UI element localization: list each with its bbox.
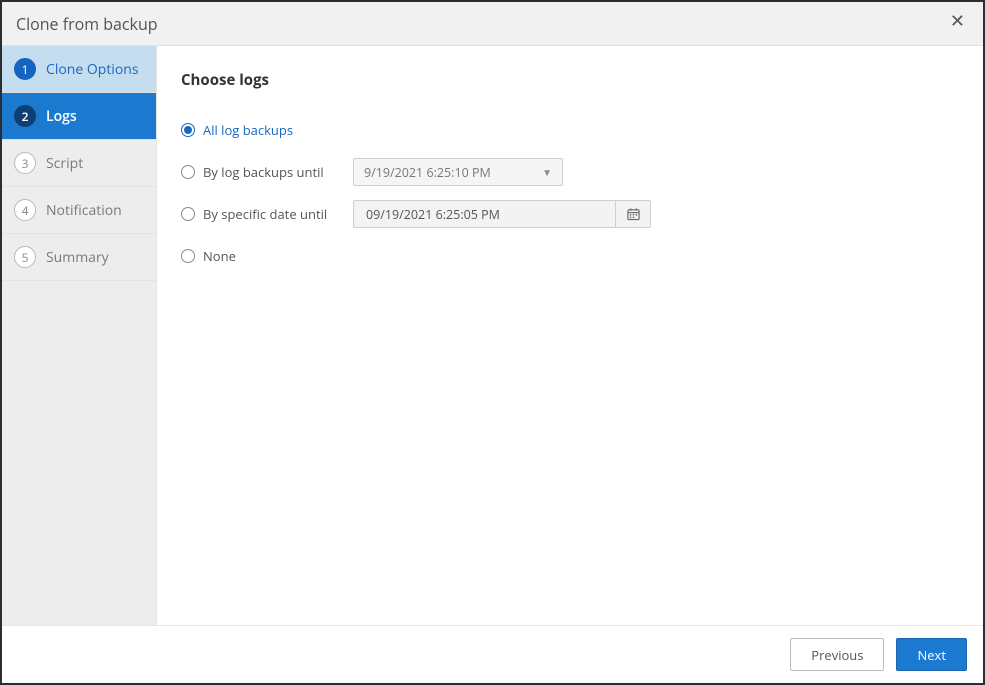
- close-icon[interactable]: ✕: [944, 8, 971, 34]
- step-notification[interactable]: 4 Notification: [2, 187, 156, 234]
- step-script[interactable]: 3 Script: [2, 140, 156, 187]
- step-label: Script: [46, 154, 83, 173]
- radio-all-log-backups[interactable]: All log backups: [181, 121, 353, 139]
- log-backup-until-select[interactable]: 9/19/2021 6:25:10 PM ▼: [353, 158, 563, 186]
- step-number: 3: [14, 152, 36, 174]
- option-row-all: All log backups: [181, 116, 959, 144]
- step-label: Logs: [46, 107, 77, 126]
- radio-label: None: [203, 247, 236, 265]
- dialog-footer: Previous Next: [2, 625, 983, 683]
- step-logs[interactable]: 2 Logs: [2, 93, 156, 140]
- dialog-body: 1 Clone Options 2 Logs 3 Script 4 Notifi…: [2, 46, 983, 625]
- calendar-icon: [627, 207, 640, 221]
- step-number: 2: [14, 105, 36, 127]
- specific-date-group: 09/19/2021 6:25:05 PM: [353, 200, 651, 228]
- option-row-specific: By specific date until 09/19/2021 6:25:0…: [181, 200, 959, 228]
- radio-label: All log backups: [203, 121, 293, 139]
- radio-label: By log backups until: [203, 163, 324, 181]
- radio-none[interactable]: None: [181, 247, 353, 265]
- radio-by-specific-date-until[interactable]: By specific date until: [181, 205, 353, 223]
- content-heading: Choose logs: [181, 70, 959, 90]
- step-summary[interactable]: 5 Summary: [2, 234, 156, 281]
- dialog-title: Clone from backup: [16, 13, 158, 35]
- step-number: 1: [14, 58, 36, 80]
- radio-by-log-backups-until[interactable]: By log backups until: [181, 163, 353, 181]
- previous-button[interactable]: Previous: [790, 638, 884, 671]
- next-button[interactable]: Next: [896, 638, 967, 671]
- date-value: 09/19/2021 6:25:05 PM: [366, 206, 500, 223]
- option-row-none: None: [181, 242, 959, 270]
- specific-date-input[interactable]: 09/19/2021 6:25:05 PM: [353, 200, 615, 228]
- step-label: Clone Options: [46, 60, 139, 79]
- step-label: Notification: [46, 201, 122, 220]
- step-label: Summary: [46, 248, 109, 267]
- radio-input-until[interactable]: [181, 165, 195, 179]
- chevron-down-icon: ▼: [542, 165, 552, 179]
- wizard-sidebar: 1 Clone Options 2 Logs 3 Script 4 Notifi…: [2, 46, 157, 625]
- clone-from-backup-dialog: Clone from backup ✕ 1 Clone Options 2 Lo…: [0, 0, 985, 685]
- radio-input-all[interactable]: [181, 123, 195, 137]
- step-number: 4: [14, 199, 36, 221]
- radio-input-none[interactable]: [181, 249, 195, 263]
- step-number: 5: [14, 246, 36, 268]
- option-row-until: By log backups until 9/19/2021 6:25:10 P…: [181, 158, 959, 186]
- step-clone-options[interactable]: 1 Clone Options: [2, 46, 156, 93]
- select-value: 9/19/2021 6:25:10 PM: [364, 164, 491, 181]
- calendar-button[interactable]: [615, 200, 651, 228]
- radio-label: By specific date until: [203, 205, 327, 223]
- wizard-content: Choose logs All log backups By log backu…: [157, 46, 983, 625]
- radio-input-specific[interactable]: [181, 207, 195, 221]
- titlebar: Clone from backup ✕: [2, 2, 983, 46]
